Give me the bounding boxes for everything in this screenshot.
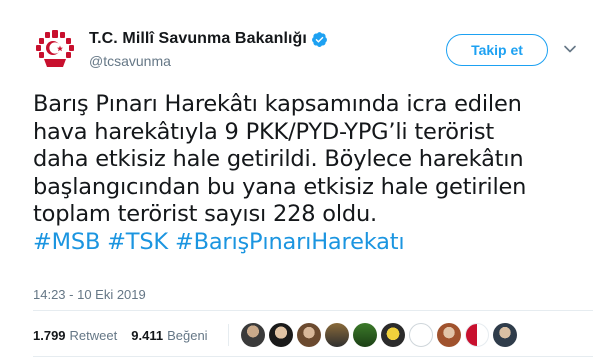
tweet-header: T.C. Millî Savunma Bakanlığı @tcsavunma … xyxy=(0,0,616,78)
tweet-card: T.C. Millî Savunma Bakanlığı @tcsavunma … xyxy=(0,0,616,364)
like-count: 9.411 xyxy=(131,327,164,343)
hashtag-link-msb[interactable]: #MSB xyxy=(33,229,100,255)
tweet-text-line: Barış Pınarı Harekâtı kapsamında icra ed… xyxy=(33,91,522,117)
liker-avatar[interactable] xyxy=(492,323,517,347)
hashtag-link-baris-pinari[interactable]: #BarışPınarıHarekatı xyxy=(175,229,405,255)
like-label: Beğeni xyxy=(167,327,208,343)
hashtag-link-tsk[interactable]: #TSK xyxy=(107,229,168,255)
tweet-timestamp[interactable]: 14:23 - 10 Eki 2019 xyxy=(33,287,146,302)
liker-avatar[interactable] xyxy=(268,323,293,347)
like-stat[interactable]: 9.411 Beğeni xyxy=(131,328,207,343)
liker-avatars xyxy=(240,323,517,347)
account-avatar[interactable] xyxy=(33,26,77,70)
liker-avatar[interactable] xyxy=(408,323,433,347)
follow-button[interactable]: Takip et xyxy=(446,34,548,66)
display-name[interactable]: T.C. Millî Savunma Bakanlığı xyxy=(89,30,307,48)
divider xyxy=(33,356,593,357)
divider xyxy=(227,324,229,346)
tweet-text: Barış Pınarı Harekâtı kapsamında icra ed… xyxy=(33,91,593,256)
hashtag-row: #MSB #TSK #BarışPınarıHarekatı xyxy=(33,229,593,257)
turkish-flag-emblem-icon xyxy=(36,30,74,67)
liker-avatar[interactable] xyxy=(380,323,405,347)
divider xyxy=(33,310,593,311)
tweet-text-line: toplam terörist sayısı 228 oldu. xyxy=(33,201,377,227)
retweet-label: Retweet xyxy=(69,327,118,343)
liker-avatar[interactable] xyxy=(240,323,265,347)
liker-avatar[interactable] xyxy=(464,323,489,347)
account-handle[interactable]: @tcsavunma xyxy=(89,53,171,69)
liker-avatar[interactable] xyxy=(352,323,377,347)
verified-badge-icon xyxy=(312,31,327,47)
chevron-down-icon[interactable] xyxy=(563,42,577,56)
tweet-stats: 1.799 Retweet 9.411 Beğeni xyxy=(33,320,517,350)
tweet-text-line: başlangıcından bu yana etkisiz hale geti… xyxy=(33,173,527,200)
liker-avatar[interactable] xyxy=(324,323,349,347)
retweet-stat[interactable]: 1.799 Retweet xyxy=(33,328,117,343)
retweet-count: 1.799 xyxy=(33,327,66,343)
tweet-text-line: daha etkisiz hale getirildi. Böylece har… xyxy=(33,146,524,172)
name-row: T.C. Millî Savunma Bakanlığı xyxy=(89,30,328,48)
tweet-text-line: hava harekâtıyla 9 PKK/PYD-YPG’li teröri… xyxy=(33,118,495,145)
liker-avatar[interactable] xyxy=(436,323,461,347)
liker-avatar[interactable] xyxy=(296,323,321,347)
